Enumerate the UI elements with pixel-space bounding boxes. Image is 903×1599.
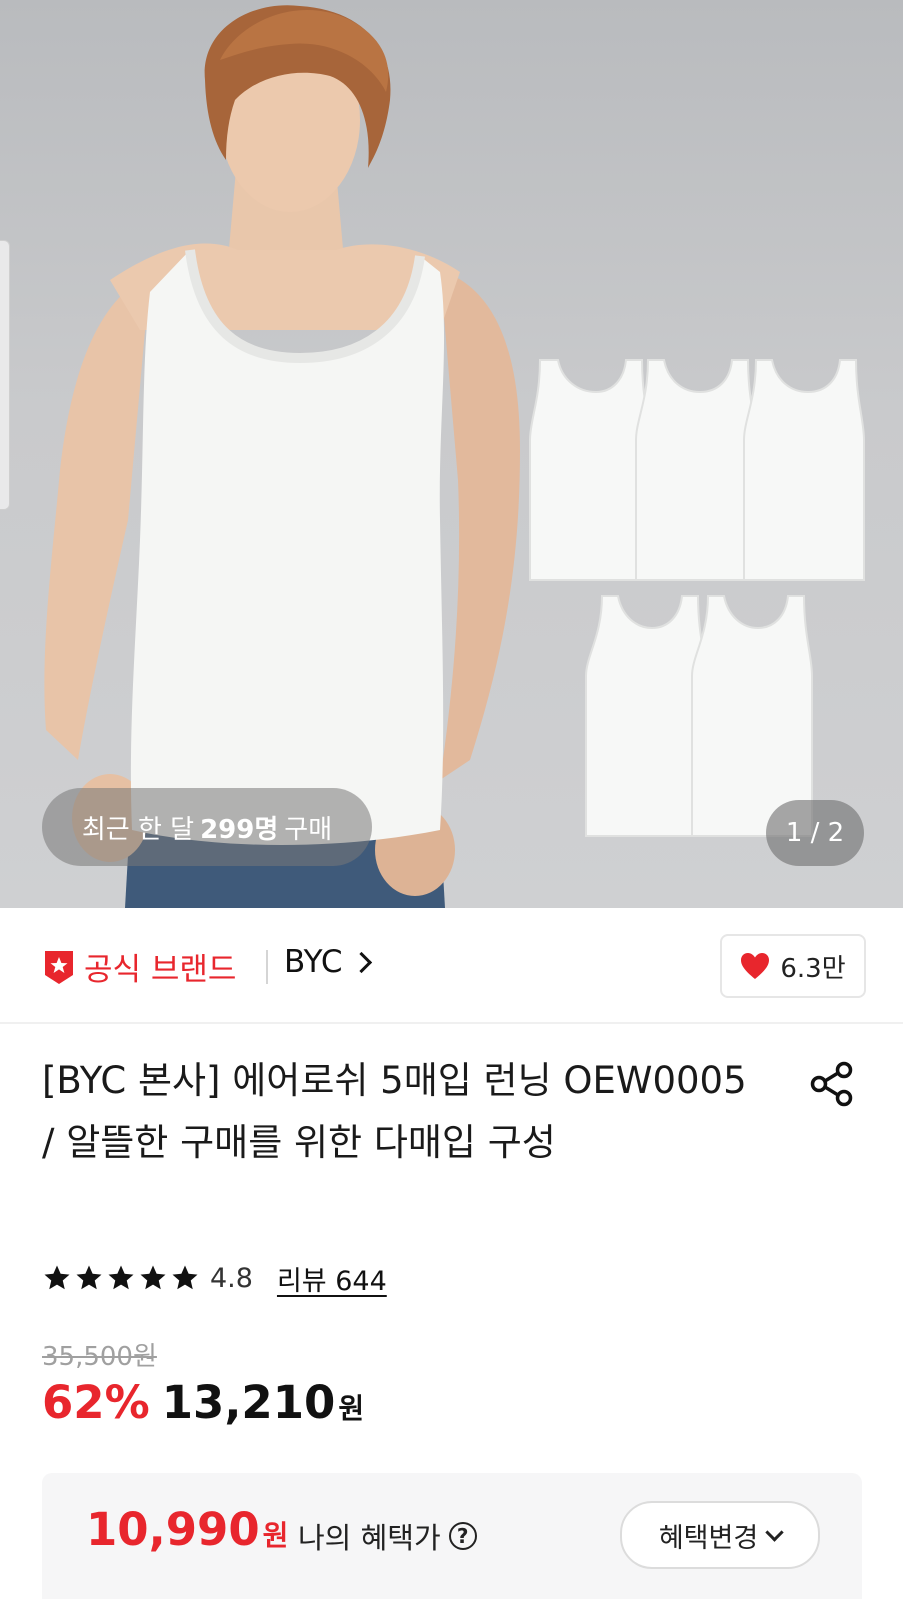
rating-score: 4.8 <box>210 1262 253 1294</box>
buyers-suffix: 구매 <box>284 814 333 845</box>
product-title: [BYC 본사] 에어로쉬 5매입 런닝 OEW0005 / 알뜰한 구매를 위… <box>42 1059 747 1164</box>
brand-row: 공식 브랜드 BYC 6.3만 <box>0 908 903 1024</box>
original-price: 35,500원 <box>42 1342 157 1372</box>
star-icon <box>140 1265 166 1290</box>
page-indicator: 1 / 2 <box>766 800 864 866</box>
share-icon[interactable] <box>808 1060 856 1108</box>
benefit-label: 나의 혜택가 ? <box>298 1515 477 1557</box>
sale-price: 13,210 <box>161 1376 336 1429</box>
change-benefit-label: 혜택변경 <box>658 1522 759 1554</box>
discount-rate: 62% <box>42 1376 150 1429</box>
product-photo <box>44 5 865 908</box>
review-link[interactable]: 리뷰 644 <box>277 1259 387 1298</box>
price-row: 62% 13,210 원 <box>42 1376 364 1429</box>
official-brand-badge-icon <box>45 951 73 984</box>
like-button[interactable]: 6.3만 <box>720 934 866 998</box>
carousel-side-handle[interactable] <box>0 240 10 510</box>
star-icon <box>76 1265 102 1290</box>
brand-name: BYC <box>284 944 343 980</box>
recent-buyers-badge: 최근 한 달 299명 구매 <box>42 788 372 866</box>
currency-unit: 원 <box>338 1392 365 1425</box>
brand-link[interactable]: BYC <box>284 944 373 980</box>
change-benefit-button[interactable]: 혜택변경 <box>620 1501 820 1569</box>
benefit-price-value: 10,990 <box>86 1503 260 1556</box>
benefit-price-box: 10,990 원 나의 혜택가 ? 혜택변경 <box>42 1473 862 1599</box>
star-icon <box>172 1265 198 1290</box>
rating-row: 4.8 리뷰 644 <box>42 1259 387 1298</box>
benefit-label-text: 나의 혜택가 <box>298 1521 441 1555</box>
star-icon <box>108 1265 134 1290</box>
heart-icon <box>741 953 770 979</box>
like-count: 6.3만 <box>780 953 846 984</box>
buyers-count: 299명 <box>200 814 279 845</box>
official-brand-label: 공식 브랜드 <box>84 952 237 988</box>
benefit-price: 10,990 원 <box>86 1503 288 1556</box>
benefit-currency: 원 <box>262 1519 289 1552</box>
divider <box>266 950 268 984</box>
chevron-right-icon <box>351 951 373 973</box>
product-image-carousel[interactable]: 최근 한 달 299명 구매 1 / 2 <box>0 0 903 908</box>
star-rating <box>42 1263 200 1293</box>
chevron-down-icon <box>765 1522 784 1542</box>
star-icon <box>44 1265 70 1290</box>
buyers-prefix: 최근 한 달 <box>81 814 195 845</box>
help-icon[interactable]: ? <box>448 1522 477 1550</box>
